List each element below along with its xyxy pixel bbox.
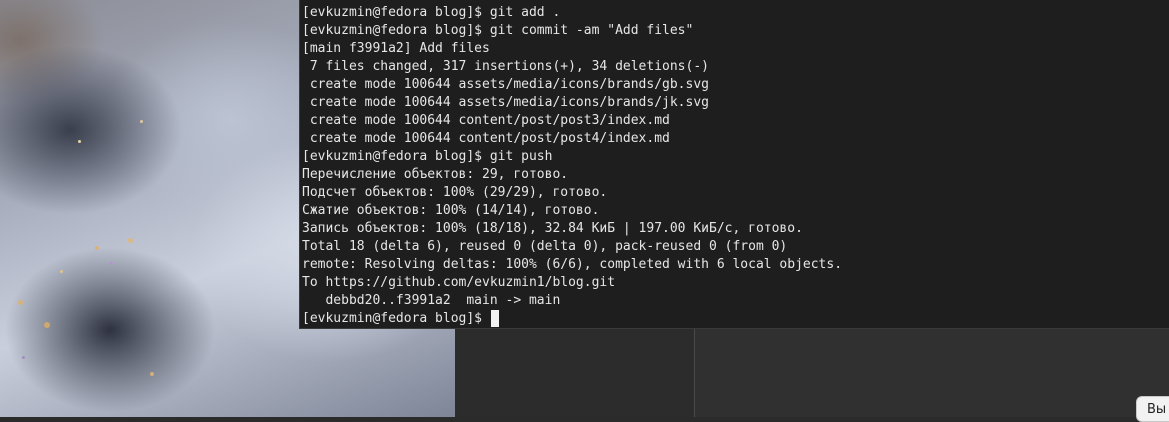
- wallpaper-speck: [110, 262, 113, 265]
- terminal-line: create mode 100644 assets/media/icons/br…: [302, 95, 709, 110]
- terminal-line: To https://github.com/evkuzmin1/blog.git: [302, 275, 616, 290]
- wallpaper-speck: [128, 238, 133, 243]
- terminal-prompt: [evkuzmin@fedora blog]$: [302, 311, 490, 326]
- terminal-line: Сжатие объектов: 100% (14/14), готово.: [302, 203, 600, 218]
- terminal-cursor: [490, 310, 499, 327]
- terminal-line: 7 files changed, 317 insertions(+), 34 d…: [302, 59, 709, 74]
- terminal-line: debbd20..f3991a2 main -> main: [302, 293, 561, 308]
- terminal-line: remote: Resolving deltas: 100% (6/6), co…: [302, 257, 843, 272]
- terminal-line: [evkuzmin@fedora blog]$ git commit -am "…: [302, 23, 694, 38]
- wallpaper-speck: [78, 140, 81, 143]
- wallpaper-speck: [44, 322, 50, 328]
- terminal-prompt-line[interactable]: [evkuzmin@fedora blog]$: [302, 310, 1169, 328]
- terminal-line: create mode 100644 content/post/post3/in…: [302, 113, 670, 128]
- terminal-line: Запись объектов: 100% (18/18), 32.84 КиБ…: [302, 221, 803, 236]
- terminal-line: Total 18 (delta 6), reused 0 (delta 0), …: [302, 239, 788, 254]
- wallpaper-speck: [150, 372, 154, 376]
- terminal-line: create mode 100644 content/post/post4/in…: [302, 131, 670, 146]
- wallpaper-speck: [95, 246, 99, 250]
- terminal-line: [evkuzmin@fedora blog]$ git push: [302, 149, 553, 164]
- wallpaper-speck: [22, 356, 25, 359]
- terminal-line: Перечисление объектов: 29, готово.: [302, 167, 569, 182]
- terminal-line: Подсчет объектов: 100% (29/29), готово.: [302, 185, 608, 200]
- wallpaper-speck: [18, 300, 23, 305]
- wallpaper-speck: [140, 120, 143, 123]
- side-pane: [695, 329, 1169, 417]
- wallpaper-speck: [60, 270, 63, 273]
- terminal-window[interactable]: [evkuzmin@fedora blog]$ git add . [evkuz…: [299, 0, 1169, 329]
- corner-button[interactable]: Вы: [1136, 396, 1169, 422]
- terminal-line: [evkuzmin@fedora blog]$ git add .: [302, 5, 561, 20]
- terminal-line: create mode 100644 assets/media/icons/br…: [302, 77, 709, 92]
- terminal-line: [main f3991a2] Add files: [302, 41, 490, 56]
